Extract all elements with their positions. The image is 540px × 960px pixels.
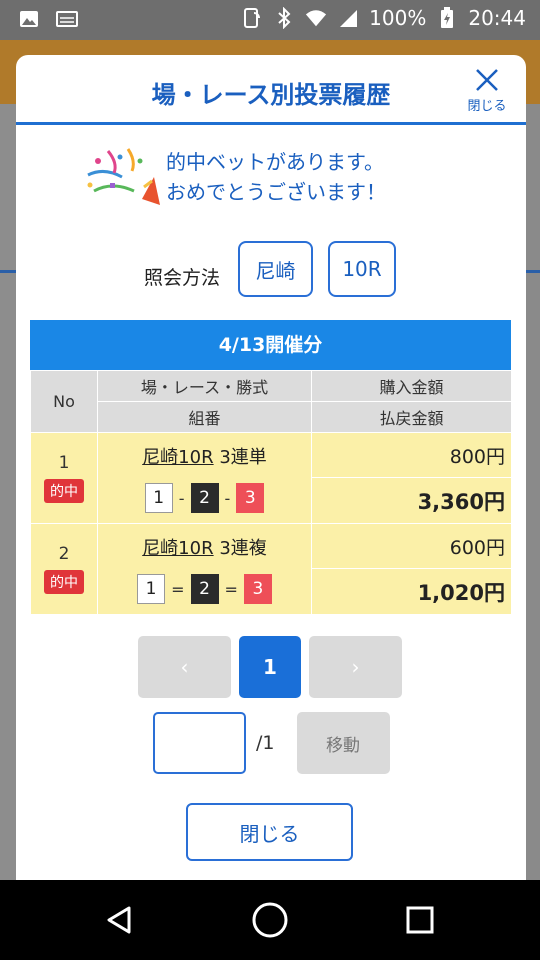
next-page-button[interactable]: ›	[309, 636, 402, 698]
image-icon	[18, 8, 40, 30]
recents-button[interactable]	[400, 900, 440, 940]
close-label: 閉じる	[467, 99, 507, 114]
race-cell: 尼崎10R 3連単 1 - 2 - 3	[97, 432, 312, 524]
column-header-combo: 組番	[97, 401, 312, 433]
boat-number-1: 1	[137, 574, 166, 604]
battery-charging-icon	[436, 7, 458, 29]
date-header: 4/13開催分	[30, 320, 511, 370]
column-header-race: 場・レース・勝式	[97, 370, 312, 402]
hit-badge: 的中	[44, 570, 84, 594]
close-icon	[476, 69, 498, 91]
bet-type: 3連単	[219, 447, 267, 468]
boat-number-2: 2	[190, 574, 219, 604]
boat-number-3: 3	[243, 574, 272, 604]
party-popper-icon	[87, 148, 160, 205]
bet-history-table: 4/13開催分 No 場・レース・勝式 購入金額 組番 払戻金額 1 的中 尼崎…	[30, 320, 512, 615]
row-number-cell: 2 的中	[30, 523, 98, 615]
payout-amount: 3,360円	[311, 477, 512, 524]
page-jump: /1 移動	[153, 712, 390, 774]
race-cell: 尼崎10R 3連複 1 = 2 = 3	[97, 523, 312, 615]
combo-separator: =	[224, 579, 238, 599]
purchase-amount: 800円	[311, 432, 512, 478]
page-total: /1	[256, 732, 275, 754]
clock: 20:44	[468, 6, 526, 30]
boat-number-2: 2	[190, 483, 219, 513]
race-link[interactable]: 尼崎10R	[142, 538, 213, 559]
move-button[interactable]: 移動	[296, 712, 390, 774]
payout-amount: 1,020円	[311, 568, 512, 615]
congrats-line-2: おめでとうございます！	[166, 180, 386, 204]
signal-icon	[337, 7, 359, 29]
congrats-line-1: 的中ベットがあります。	[166, 150, 384, 174]
home-button[interactable]	[250, 900, 290, 940]
page-1-button[interactable]: 1	[239, 636, 301, 698]
page-number-input[interactable]	[153, 712, 246, 774]
column-header-no: No	[30, 370, 98, 433]
nfc-icon	[241, 7, 263, 29]
cast-icon	[56, 8, 78, 30]
column-header-purchase: 購入金額	[311, 370, 512, 402]
combo-separator: -	[178, 488, 185, 508]
row-number: 2	[58, 544, 70, 564]
combo-numbers: 1 - 2 - 3	[98, 469, 311, 523]
combo-separator: =	[171, 579, 185, 599]
modal-header: 場・レース別投票履歴 閉じる	[16, 55, 526, 125]
boat-number-3: 3	[236, 483, 265, 513]
race-button[interactable]: 10R	[328, 241, 396, 297]
background-page	[0, 104, 16, 880]
venue-button[interactable]: 尼崎	[238, 241, 313, 297]
wifi-icon	[305, 7, 327, 29]
status-bar: 100% 20:44	[0, 0, 540, 40]
lookup-label: 照会方法	[144, 267, 221, 289]
lookup-method: 照会方法 尼崎 10R	[16, 235, 526, 315]
back-icon	[107, 906, 131, 934]
row-number: 1	[58, 453, 70, 473]
table-row: 2 的中 尼崎10R 3連複 1 = 2 = 3 600円	[30, 523, 512, 615]
battery-percent: 100%	[369, 6, 427, 30]
purchase-amount: 600円	[311, 523, 512, 569]
combo-separator: -	[224, 488, 231, 508]
pagination: ‹ 1 ›	[138, 636, 402, 698]
row-number-cell: 1 的中	[30, 432, 98, 524]
prev-page-button[interactable]: ‹	[138, 636, 231, 698]
bet-type: 3連複	[219, 538, 267, 559]
home-icon	[252, 902, 288, 938]
boat-number-1: 1	[144, 483, 173, 513]
table-row: 1 的中 尼崎10R 3連単 1 - 2 - 3 800円	[30, 432, 512, 524]
close-button[interactable]: 閉じる	[186, 803, 353, 861]
navigation-bar	[0, 880, 540, 960]
modal-close-button[interactable]: 閉じる	[462, 67, 512, 117]
congrats-message: 的中ベットがあります。 おめでとうございます！	[16, 125, 526, 235]
modal-title: 場・レース別投票履歴	[151, 81, 391, 109]
back-button[interactable]	[100, 900, 140, 940]
hit-badge: 的中	[44, 479, 84, 503]
vote-history-modal: 場・レース別投票履歴 閉じる 的中ベットがあります。 おめでとうございます！ 照…	[16, 55, 526, 885]
recents-icon	[406, 906, 434, 934]
race-link[interactable]: 尼崎10R	[142, 447, 213, 468]
bluetooth-icon	[273, 7, 295, 29]
combo-numbers: 1 = 2 = 3	[98, 560, 311, 614]
column-header-payout: 払戻金額	[311, 401, 512, 433]
